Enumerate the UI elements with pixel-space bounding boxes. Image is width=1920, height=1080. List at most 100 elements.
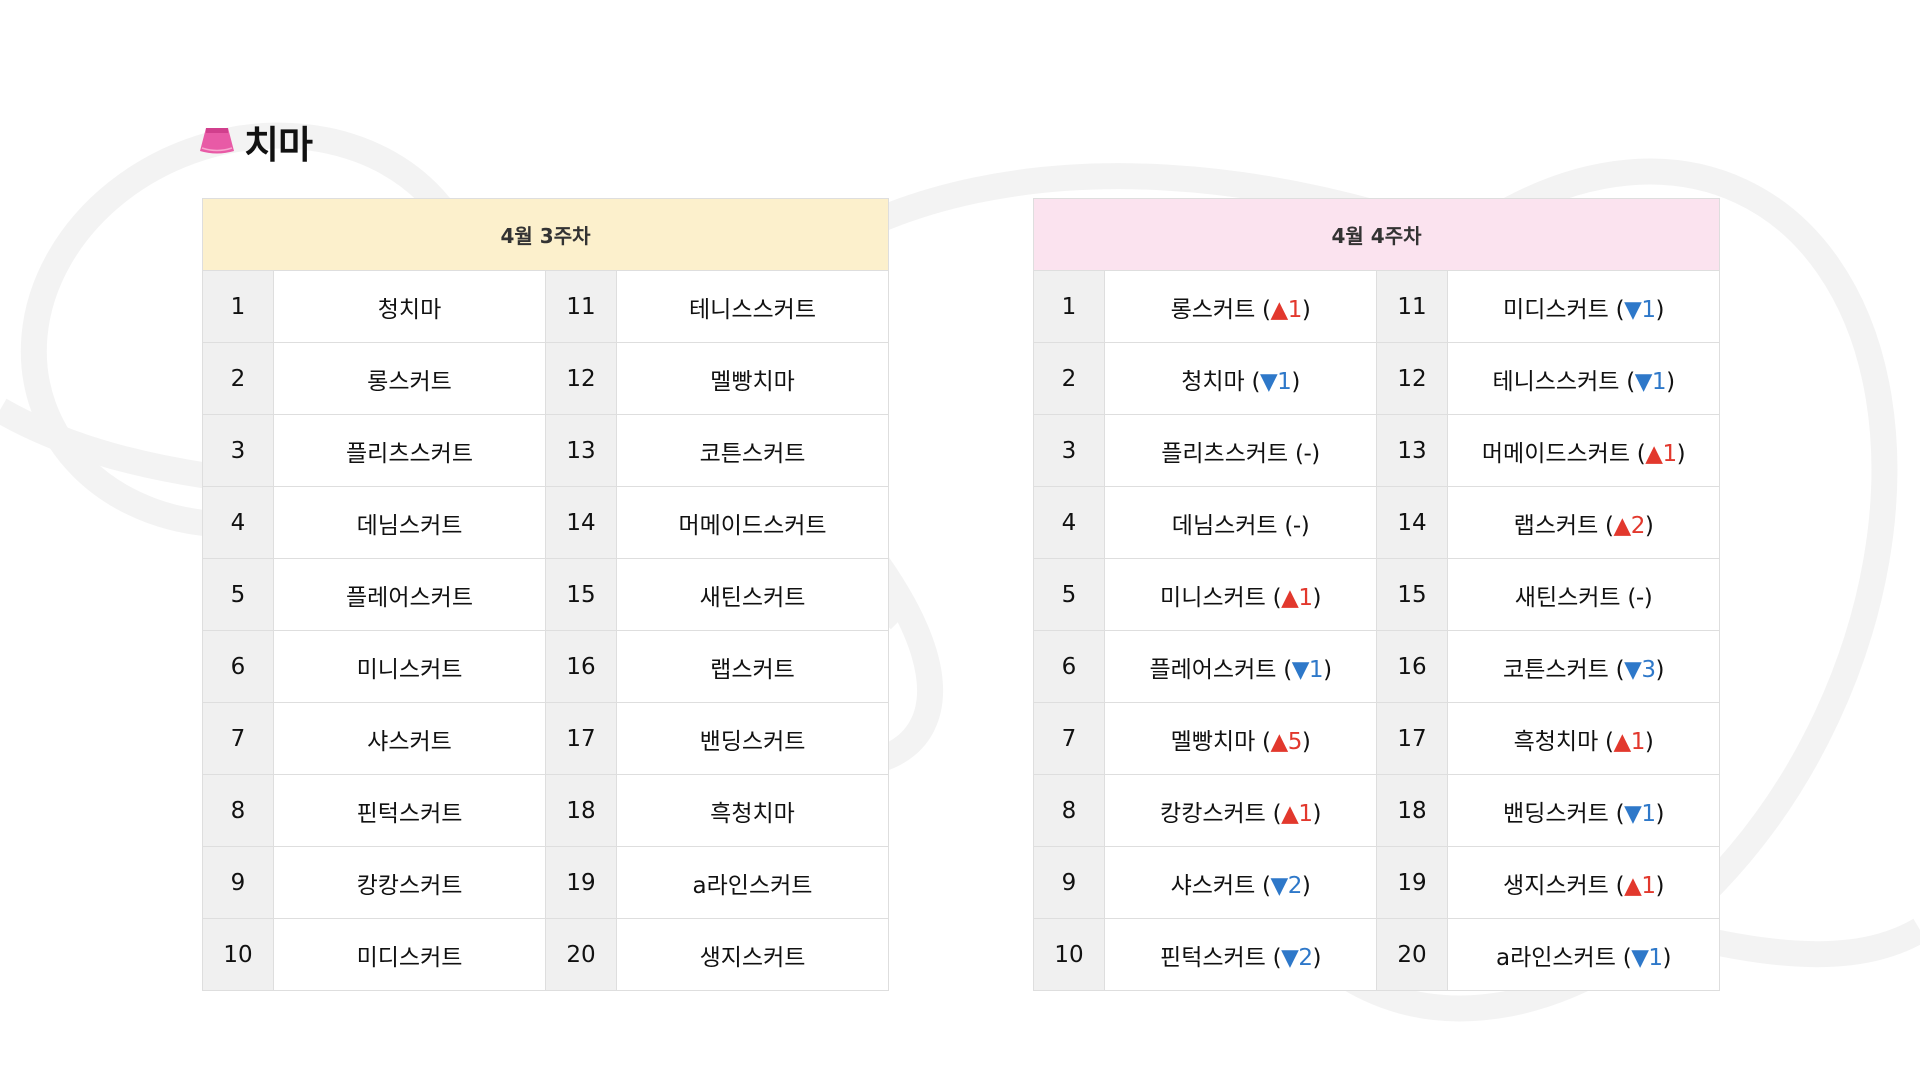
- rank-change: (▼1): [1615, 944, 1672, 971]
- rank-number: 7: [1033, 702, 1105, 775]
- rank-number: 3: [202, 414, 274, 487]
- section-title: 치마: [198, 116, 313, 167]
- rank-change: (▼1): [1244, 368, 1300, 395]
- week4-header: 4월 4주차: [1033, 198, 1720, 271]
- item-name: 테니스스커트: [1492, 368, 1620, 395]
- change-arrow-icon: ▼: [1624, 800, 1642, 827]
- rank-name-cell: a라인스커트: [616, 846, 889, 919]
- rank-number: 15: [1376, 558, 1448, 631]
- rank-name-cell: 테니스스커트 (▼1): [1447, 342, 1720, 415]
- rank-name-cell: 새틴스커트: [616, 558, 889, 631]
- item-name: 밴딩스커트: [1503, 800, 1609, 827]
- rank-name-cell: 랩스커트 (▲2): [1447, 486, 1720, 559]
- page-title: 치마: [244, 122, 313, 167]
- rank-change: (▲1): [1608, 872, 1665, 899]
- change-arrow-icon: ▼: [1634, 368, 1653, 395]
- rank-name-cell: 머메이드스커트 (▲1): [1447, 414, 1720, 487]
- table-row: 8 핀턱스커트 18 흑청치마: [202, 774, 889, 847]
- rank-number: 19: [545, 846, 617, 919]
- rank-number: 20: [1376, 918, 1448, 991]
- change-value: -: [1292, 512, 1301, 539]
- rank-change: (-): [1288, 440, 1320, 467]
- rank-change: (▲2): [1598, 512, 1654, 539]
- table-row: 9 샤스커트 (▼2) 19 생지스커트 (▲1): [1033, 846, 1720, 919]
- rank-number: 14: [1376, 486, 1448, 559]
- item-name: 테니스스커트: [689, 296, 816, 323]
- item-name: 생지스커트: [699, 944, 806, 971]
- rank-name-cell: 코튼스커트 (▼3): [1447, 630, 1720, 703]
- change-value: 2: [1298, 944, 1313, 971]
- change-value: 1: [1641, 800, 1656, 827]
- change-arrow-icon: ▲: [1613, 728, 1632, 755]
- rank-name-cell: a라인스커트 (▼1): [1447, 918, 1720, 991]
- item-name: 데님스커트: [1171, 512, 1278, 539]
- rank-number: 9: [202, 846, 274, 919]
- table-row: 7 샤스커트 17 밴딩스커트: [202, 702, 889, 775]
- week3-ranking-panel: 4월 3주차 1 청치마 11 테니스스커트 2 롱스커트 12 멜빵치마 3 플리츠스커트 13 코…: [202, 198, 889, 991]
- rank-number: 10: [202, 918, 274, 991]
- rank-number: 19: [1376, 846, 1448, 919]
- rank-name-cell: 플리츠스커트 (-): [1104, 414, 1377, 487]
- rank-change: (▼1): [1608, 800, 1665, 827]
- rank-change: (▼2): [1255, 872, 1311, 899]
- rank-number: 10: [1033, 918, 1105, 991]
- rank-number: 13: [545, 414, 617, 487]
- rank-number: 16: [545, 630, 617, 703]
- rank-name-cell: 밴딩스커트: [616, 702, 889, 775]
- skirt-icon: [200, 128, 234, 154]
- week3-header: 4월 3주차: [202, 198, 889, 271]
- change-arrow-icon: ▼: [1291, 656, 1310, 683]
- rank-change: (-): [1277, 512, 1310, 539]
- item-name: 캉캉스커트: [356, 872, 463, 899]
- item-name: 새틴스커트: [1514, 584, 1621, 611]
- item-name: 흑청치마: [710, 800, 795, 827]
- item-name: 생지스커트: [1503, 872, 1609, 899]
- item-name: 플리츠스커트: [1161, 440, 1289, 467]
- rank-name-cell: 데님스커트 (-): [1104, 486, 1377, 559]
- rank-number: 15: [545, 558, 617, 631]
- rank-name-cell: 플레어스커트: [273, 558, 546, 631]
- rank-name-cell: 샤스커트: [273, 702, 546, 775]
- rank-name-cell: 밴딩스커트 (▼1): [1447, 774, 1720, 847]
- rank-name-cell: 청치마: [273, 270, 546, 343]
- table-row: 5 미니스커트 (▲1) 15 새틴스커트 (-): [1033, 558, 1720, 631]
- change-arrow-icon: ▼: [1624, 296, 1642, 323]
- rank-number: 6: [202, 630, 274, 703]
- item-name: 미니스커트: [356, 656, 463, 683]
- item-name: 새틴스커트: [699, 584, 806, 611]
- rank-change: (▼2): [1265, 944, 1322, 971]
- change-value: 1: [1651, 368, 1667, 395]
- item-name: 핀턱스커트: [1160, 944, 1266, 971]
- table-row: 6 플레어스커트 (▼1) 16 코튼스커트 (▼3): [1033, 630, 1720, 703]
- change-arrow-icon: ▼: [1270, 872, 1289, 899]
- table-row: 8 캉캉스커트 (▲1) 18 밴딩스커트 (▼1): [1033, 774, 1720, 847]
- change-value: 2: [1287, 872, 1303, 899]
- change-value: 3: [1641, 656, 1656, 683]
- rank-change: (▲1): [1265, 584, 1322, 611]
- table-row: 2 롱스커트 12 멜빵치마: [202, 342, 889, 415]
- rank-change: (▲1): [1598, 728, 1654, 755]
- item-name: 롱스커트: [367, 368, 452, 395]
- change-value: 1: [1630, 728, 1646, 755]
- rank-number: 11: [545, 270, 617, 343]
- table-row: 2 청치마 (▼1) 12 테니스스커트 (▼1): [1033, 342, 1720, 415]
- rank-number: 7: [202, 702, 274, 775]
- item-name: 머메이드스커트: [678, 512, 827, 539]
- rank-name-cell: 새틴스커트 (-): [1447, 558, 1720, 631]
- table-row: 5 플레어스커트 15 새틴스커트: [202, 558, 889, 631]
- rank-name-cell: 플레어스커트 (▼1): [1104, 630, 1377, 703]
- rank-number: 6: [1033, 630, 1105, 703]
- rank-name-cell: 머메이드스커트: [616, 486, 889, 559]
- rank-name-cell: 멜빵치마 (▲5): [1104, 702, 1377, 775]
- rank-name-cell: 핀턱스커트: [273, 774, 546, 847]
- rank-name-cell: 테니스스커트: [616, 270, 889, 343]
- item-name: 샤스커트: [367, 728, 452, 755]
- item-name: 랩스커트: [710, 656, 795, 683]
- rank-change: (▼1): [1619, 368, 1675, 395]
- rank-name-cell: 생지스커트: [616, 918, 889, 991]
- item-name: 랩스커트: [1513, 512, 1599, 539]
- rank-name-cell: 청치마 (▼1): [1104, 342, 1377, 415]
- rank-name-cell: 미디스커트 (▼1): [1447, 270, 1720, 343]
- rank-name-cell: 멜빵치마: [616, 342, 889, 415]
- rank-number: 20: [545, 918, 617, 991]
